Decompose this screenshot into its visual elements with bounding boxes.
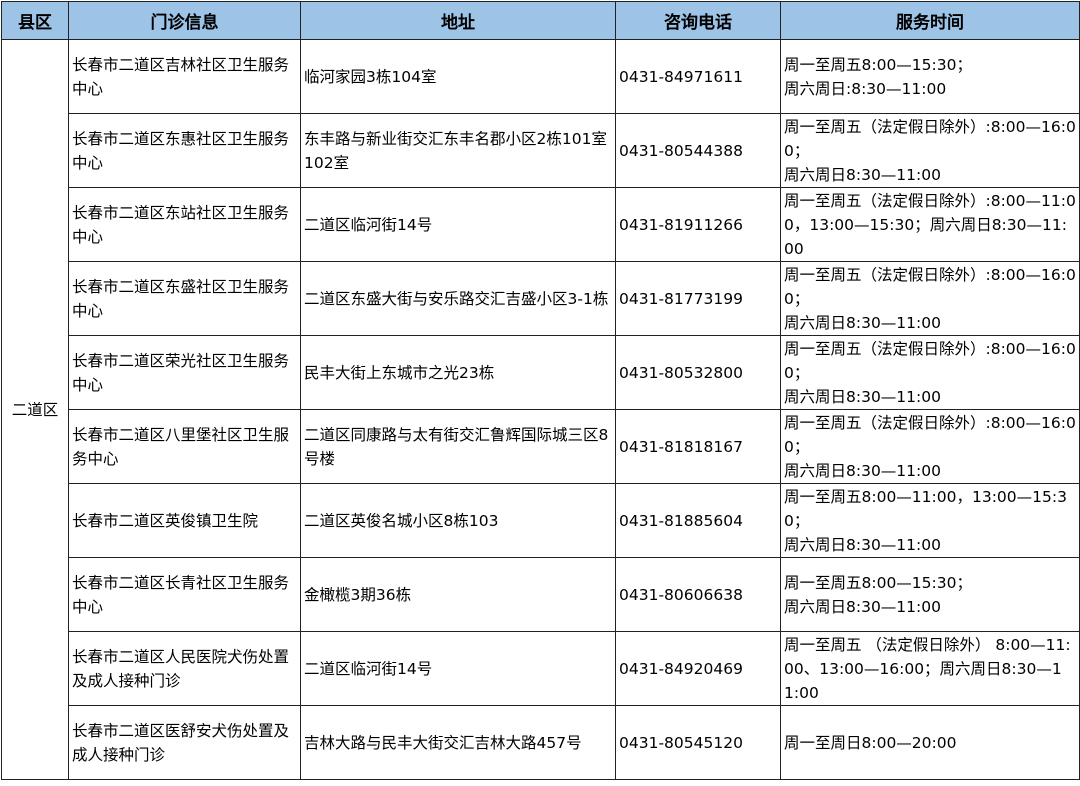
clinic-name: 长春市二道区长青社区卫生服务中心: [68, 557, 301, 632]
clinic-address: 金橄榄3期36栋: [300, 557, 616, 632]
clinic-name: 长春市二道区八里堡社区卫生服务中心: [68, 409, 301, 484]
clinic-phone: 0431-81818167: [615, 409, 781, 484]
clinic-address: 二道区同康路与太有街交汇鲁辉国际城三区8号楼: [300, 409, 616, 484]
header-address: 地址: [300, 1, 616, 40]
service-hours: 周一至周五 （法定假日除外） 8:00—11:00、13:00—16:00；周六…: [780, 631, 1080, 706]
service-hours: 周一至周五（法定假日除外）:8:00—11:00，13:00—15:30；周六周…: [780, 187, 1080, 262]
clinic-phone: 0431-81773199: [615, 261, 781, 336]
clinic-phone: 0431-80544388: [615, 113, 781, 188]
clinic-name: 长春市二道区人民医院犬伤处置及成人接种门诊: [68, 631, 301, 706]
table-row: 长春市二道区医舒安犬伤处置及成人接种门诊 吉林大路与民丰大街交汇吉林大路457号…: [2, 705, 1080, 780]
clinic-address: 二道区东盛大街与安乐路交汇吉盛小区3-1栋: [300, 261, 616, 336]
clinic-name: 长春市二道区东站社区卫生服务中心: [68, 187, 301, 262]
table-row: 长春市二道区荣光社区卫生服务中心 民丰大街上东城市之光23栋 0431-8053…: [2, 335, 1080, 410]
clinic-table: 县区 门诊信息 地址 咨询电话 服务时间 二道区 长春市二道区吉林社区卫生服务中…: [1, 1, 1080, 780]
clinic-name: 长春市二道区英俊镇卫生院: [68, 483, 301, 558]
header-row: 县区 门诊信息 地址 咨询电话 服务时间: [1, 1, 1080, 40]
clinic-name: 长春市二道区荣光社区卫生服务中心: [68, 335, 301, 410]
clinic-address: 二道区英俊名城小区8栋103: [300, 483, 616, 558]
table-row: 长春市二道区东盛社区卫生服务中心 二道区东盛大街与安乐路交汇吉盛小区3-1栋 0…: [2, 261, 1080, 336]
service-hours: 周一至周五（法定假日除外）:8:00—16:00； 周六周日8:30—11:00: [780, 261, 1080, 336]
clinic-name: 长春市二道区吉林社区卫生服务中心: [68, 39, 301, 114]
clinic-phone: 0431-81885604: [615, 483, 781, 558]
table-row: 二道区 长春市二道区吉林社区卫生服务中心 临河家园3栋104室 0431-849…: [1, 39, 1080, 780]
service-hours: 周一至周五8:00—15:30； 周六周日8:30—11:00: [780, 557, 1080, 632]
clinic-name: 长春市二道区东盛社区卫生服务中心: [68, 261, 301, 336]
clinic-address: 二道区临河街14号: [300, 631, 616, 706]
service-hours: 周一至周五8:00—15:30； 周六周日:8:30—11:00: [780, 39, 1080, 114]
header-phone: 咨询电话: [615, 1, 781, 40]
header-district: 县区: [1, 1, 69, 40]
table-row: 长春市二道区东站社区卫生服务中心 二道区临河街14号 0431-81911266…: [2, 187, 1080, 262]
table-row: 长春市二道区人民医院犬伤处置及成人接种门诊 二道区临河街14号 0431-849…: [2, 631, 1080, 706]
table-row: 长春市二道区东惠社区卫生服务中心 东丰路与新业街交汇东丰名郡小区2栋101室10…: [2, 113, 1080, 188]
table-row: 长春市二道区长青社区卫生服务中心 金橄榄3期36栋 0431-80606638 …: [2, 557, 1080, 632]
clinic-name: 长春市二道区东惠社区卫生服务中心: [68, 113, 301, 188]
clinic-address: 吉林大路与民丰大街交汇吉林大路457号: [300, 705, 616, 780]
clinic-address: 二道区临河街14号: [300, 187, 616, 262]
clinic-phone: 0431-84920469: [615, 631, 781, 706]
header-service-hours: 服务时间: [780, 1, 1080, 40]
clinic-phone: 0431-81911266: [615, 187, 781, 262]
district-cell: 二道区: [1, 39, 69, 780]
clinic-phone: 0431-80545120: [615, 705, 781, 780]
service-hours: 周一至周五（法定假日除外）:8:00—16:00； 周六周日8:30—11:00: [780, 335, 1080, 410]
clinic-phone: 0431-80532800: [615, 335, 781, 410]
service-hours: 周一至周五8:00—11:00，13:00—15:30； 周六周日8:30—11…: [780, 483, 1080, 558]
clinic-address: 民丰大街上东城市之光23栋: [300, 335, 616, 410]
table-row: 长春市二道区英俊镇卫生院 二道区英俊名城小区8栋103 0431-8188560…: [2, 483, 1080, 558]
clinic-phone: 0431-84971611: [615, 39, 781, 114]
table-row: 长春市二道区八里堡社区卫生服务中心 二道区同康路与太有街交汇鲁辉国际城三区8号楼…: [2, 409, 1080, 484]
clinic-address: 东丰路与新业街交汇东丰名郡小区2栋101室102室: [300, 113, 616, 188]
clinic-phone: 0431-80606638: [615, 557, 781, 632]
service-hours: 周一至周五（法定假日除外）:8:00—16:00； 周六周日8:30—11:00: [780, 113, 1080, 188]
clinic-name: 长春市二道区医舒安犬伤处置及成人接种门诊: [68, 705, 301, 780]
header-clinic-info: 门诊信息: [68, 1, 301, 40]
service-hours: 周一至周五（法定假日除外）:8:00—16:00； 周六周日8:30—11:00: [780, 409, 1080, 484]
service-hours: 周一至周日8:00—20:00: [780, 705, 1080, 780]
clinic-address: 临河家园3栋104室: [300, 39, 616, 114]
